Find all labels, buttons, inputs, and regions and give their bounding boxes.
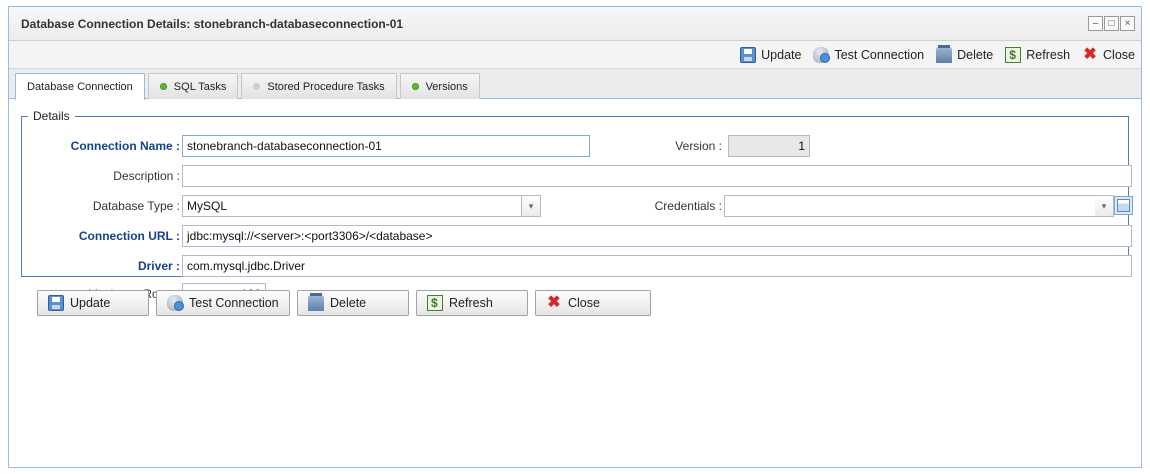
delete-button[interactable]: Delete xyxy=(297,290,409,316)
toolbar-delete-label: Delete xyxy=(957,47,994,62)
save-icon xyxy=(740,46,757,63)
close-icon: ✖ xyxy=(1083,45,1097,63)
close-button[interactable]: ✖ Close xyxy=(535,290,651,316)
tab-label: SQL Tasks xyxy=(173,80,227,93)
connection-url-input[interactable]: jdbc:mysql://<server>:<port3306>/<databa… xyxy=(182,225,1132,247)
toolbar-delete-button[interactable]: Delete xyxy=(936,44,994,63)
tab-label: Stored Procedure Tasks xyxy=(267,80,385,93)
toolbar-test-connection-button[interactable]: Test Connection xyxy=(813,46,925,63)
database-icon xyxy=(813,46,831,63)
status-dot-icon xyxy=(411,83,419,90)
top-toolbar: Update Test Connection Delete Refresh ✖ … xyxy=(9,41,1141,69)
tab-versions[interactable]: Versions xyxy=(399,73,480,99)
connection-url-label: Connection URL : xyxy=(78,229,180,243)
tab-content: Details Connection Name : stonebranch-da… xyxy=(9,99,1141,467)
toolbar-update-label: Update xyxy=(761,47,802,62)
status-dot-icon xyxy=(253,83,261,90)
refresh-icon xyxy=(1005,46,1022,63)
tab-strip: Database Connection SQL Tasks Stored Pro… xyxy=(9,69,1141,100)
description-input[interactable] xyxy=(182,165,1132,187)
update-button[interactable]: Update xyxy=(37,290,149,316)
close-icon: ✖ xyxy=(547,294,561,311)
toolbar-refresh-label: Refresh xyxy=(1026,47,1071,62)
refresh-button[interactable]: Refresh xyxy=(416,290,528,316)
credentials-lookup-button[interactable] xyxy=(1114,196,1133,215)
database-icon xyxy=(167,295,184,311)
tab-database-connection[interactable]: Database Connection xyxy=(15,73,145,100)
connection-name-input[interactable]: stonebranch-databaseconnection-01 xyxy=(182,135,590,157)
close-button-label: Close xyxy=(568,296,600,310)
toolbar-refresh-button[interactable]: Refresh xyxy=(1005,46,1071,63)
test-connection-button[interactable]: Test Connection xyxy=(156,290,290,316)
update-button-label: Update xyxy=(70,296,111,310)
window-titlebar[interactable]: Database Connection Details: stonebranch… xyxy=(9,7,1141,41)
test-connection-button-label: Test Connection xyxy=(189,296,279,310)
chevron-down-icon[interactable]: ▾ xyxy=(1095,195,1114,217)
chevron-down-icon[interactable]: ▾ xyxy=(522,195,541,217)
connection-name-label: Connection Name : xyxy=(70,139,180,153)
details-legend: Details xyxy=(33,109,70,123)
toolbar-close-button[interactable]: ✖ Close xyxy=(1082,45,1135,63)
save-icon xyxy=(48,295,64,311)
database-type-label: Database Type : xyxy=(92,199,180,213)
tab-stored-procedure-tasks[interactable]: Stored Procedure Tasks xyxy=(241,73,397,99)
lookup-icon xyxy=(1117,199,1130,212)
details-fieldset: Details Connection Name : stonebranch-da… xyxy=(21,109,1133,305)
refresh-button-label: Refresh xyxy=(449,296,493,310)
delete-icon xyxy=(936,44,953,63)
close-window-icon[interactable]: × xyxy=(1120,16,1135,31)
credentials-select[interactable] xyxy=(724,195,1107,217)
window-controls: – □ × xyxy=(1088,16,1135,31)
tab-label: Database Connection xyxy=(27,81,133,93)
version-label: Version : xyxy=(675,139,722,153)
toolbar-update-button[interactable]: Update xyxy=(740,46,802,63)
credentials-label: Credentials : xyxy=(654,199,722,213)
description-label: Description : xyxy=(113,169,180,183)
database-connection-window: Database Connection Details: stonebranch… xyxy=(8,6,1142,468)
toolbar-test-connection-label: Test Connection xyxy=(834,47,925,62)
tab-label: Versions xyxy=(425,80,468,93)
refresh-icon xyxy=(427,295,443,311)
status-dot-icon xyxy=(159,83,167,90)
maximize-icon[interactable]: □ xyxy=(1104,16,1119,31)
driver-input[interactable]: com.mysql.jdbc.Driver xyxy=(182,255,1132,277)
delete-button-label: Delete xyxy=(330,296,367,310)
tab-sql-tasks[interactable]: SQL Tasks xyxy=(147,73,239,99)
toolbar-close-label: Close xyxy=(1103,47,1135,62)
window-title: Database Connection Details: stonebranch… xyxy=(21,16,404,31)
driver-label: Driver : xyxy=(137,259,180,273)
database-type-select[interactable]: MySQL xyxy=(182,195,522,217)
delete-icon xyxy=(308,293,324,311)
minimize-icon[interactable]: – xyxy=(1088,16,1103,31)
version-field: 1 xyxy=(728,135,810,157)
